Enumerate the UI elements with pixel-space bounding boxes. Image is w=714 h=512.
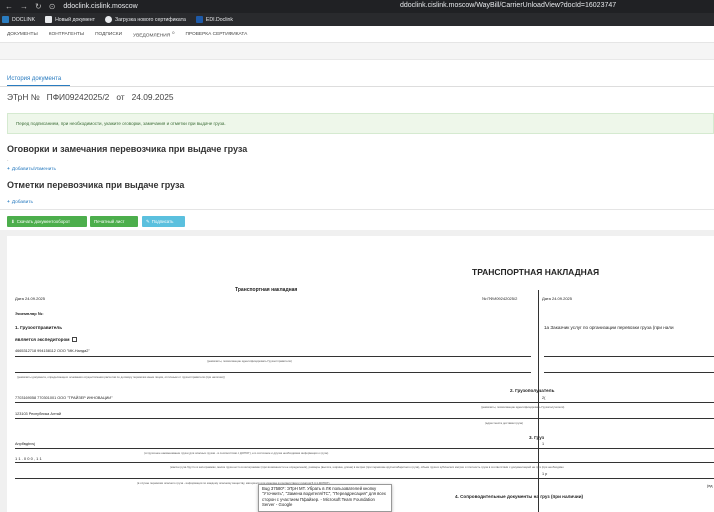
- sign-button[interactable]: ✎ Подписать: [142, 216, 185, 227]
- section-accompanying-docs: 4. Сопроводительные документы на груз (п…: [455, 494, 584, 499]
- browser-toolbar: ← → ↻ ⊙ ddoclink.cislink.moscow ddoclink…: [0, 0, 714, 13]
- add-edit-remarks-link[interactable]: + Добавить/Изменить: [7, 167, 56, 172]
- subheader-band: [0, 43, 714, 60]
- caption-address: (адрес места доставки груза): [485, 421, 524, 425]
- row-1: 2(: [542, 396, 546, 400]
- section-carrier-remarks-title: Оговорки и замечания перевозчика при выд…: [7, 144, 248, 154]
- download-button[interactable]: ⬇ Скачать документооборот: [7, 216, 87, 227]
- address-value: 123103 Республика Алтай: [15, 412, 62, 416]
- section-carrier-marks-title: Отметки перевозчика при выдаче груза: [7, 180, 185, 190]
- rule: [544, 356, 714, 357]
- main-nav: ДОКУМЕНТЫ КОНТРАГЕНТЫ ПОДПИСКИ УВЕДОМЛЕН…: [0, 26, 714, 43]
- toolbar-divider: [0, 209, 714, 210]
- rule: [15, 356, 531, 357]
- pen-icon: ✎: [146, 218, 150, 224]
- nav-documents[interactable]: ДОКУМЕНТЫ: [7, 32, 38, 37]
- info-notice: Перед подписанием, при необходимости, ук…: [7, 113, 714, 134]
- page-url: ddoclink.cislink.moscow/WayBill/CarrierU…: [400, 2, 617, 9]
- remarks-empty-marker: ·: [7, 158, 9, 164]
- rule: [15, 448, 714, 449]
- row-3: 1 р: [542, 472, 548, 476]
- caption-mass: (масса груза брутто в килограммах, масса…: [170, 465, 564, 469]
- doclink-icon: [2, 16, 9, 23]
- mass-value: 1 1 . 0 0 0 , 1 1: [15, 456, 42, 461]
- nav-notifications[interactable]: УВЕДОМЛЕНИЯ0: [133, 30, 174, 39]
- cargo-value: Апрбвдbvsj: [15, 442, 35, 446]
- reload-icon[interactable]: ↻: [35, 2, 42, 11]
- edi-icon: [195, 16, 203, 23]
- rule: [544, 372, 714, 373]
- waybill-document: ТРАНСПОРТНАЯ НАКЛАДНАЯ Транспортная накл…: [7, 236, 714, 512]
- globe-icon: [105, 16, 112, 23]
- page-icon: [45, 16, 53, 23]
- site-info-icon[interactable]: ⊙: [49, 2, 56, 11]
- forwarder-label: является экспедитором: [15, 337, 77, 343]
- caption-settlement: (реквизиты документа, определяющего осно…: [17, 375, 225, 379]
- history-tab[interactable]: История документа: [7, 76, 61, 82]
- row-4: (ед: [707, 484, 713, 488]
- copy-number: Экземпляр №:: [15, 311, 44, 316]
- bookmark-edi[interactable]: EDI.Doclink: [195, 16, 233, 23]
- nav-contractors[interactable]: КОНТРАГЕНТЫ: [49, 32, 84, 37]
- nav-cert-check[interactable]: ПРОВЕРКА СЕРТИФИКАТА: [185, 32, 247, 37]
- forward-icon[interactable]: →: [20, 2, 28, 11]
- shipper-value: 4665312718 994158112 ООО "МК-Налда2": [15, 349, 90, 353]
- bookmarks-bar: DOCLINK Новый документ Загрузка нового с…: [0, 13, 714, 26]
- section-consignee: 2. Грузополучатель: [510, 388, 555, 393]
- doc-number: № ПФИ09242025/2: [482, 296, 518, 301]
- add-marks-link[interactable]: + Добавить: [7, 200, 33, 205]
- doc-subheading: Транспортная накладная: [235, 287, 298, 293]
- page-title: ЭТрН № ПФИ09242025/2 от 24.09.2025: [7, 92, 174, 102]
- row-2: 1: [542, 442, 545, 446]
- bookmark-doclink[interactable]: DOCLINK: [2, 16, 35, 23]
- plus-icon: +: [7, 200, 10, 205]
- notifications-count: 0: [172, 29, 175, 35]
- caption-consignee: (реквизиты, позволяющие идентифицировать…: [481, 405, 565, 409]
- doc-date-left: Дата 24.09.2025: [15, 296, 45, 301]
- doc-heading: ТРАНСПОРТНАЯ НАКЛАДНАЯ: [472, 267, 600, 277]
- rule: [15, 418, 714, 419]
- rule: [15, 402, 714, 403]
- bookmark-upload-cert[interactable]: Загрузка нового сертификата: [105, 16, 186, 23]
- back-icon[interactable]: ←: [5, 2, 13, 11]
- rule: [15, 478, 714, 479]
- consignee-value: 7703169058 770301001 ООО "ТРАЙЗЕР ИННОВА…: [15, 396, 113, 400]
- plus-icon: +: [7, 167, 10, 172]
- rule: [15, 462, 714, 463]
- nav-signatures[interactable]: ПОДПИСКИ: [95, 32, 122, 37]
- rule: [15, 372, 531, 373]
- caption-shipper: (реквизиты, позволяющие идентифицировать…: [207, 359, 292, 363]
- browser-nav: ← → ↻ ⊙: [0, 2, 55, 11]
- address-bar[interactable]: ddoclink.cislink.moscow: [63, 3, 137, 10]
- section-customer: 1а Заказчик услуг по организации перевоз…: [544, 325, 674, 330]
- doc-date-right: Дата 24.09.2025: [542, 296, 572, 301]
- section-cargo: 3. Груз: [529, 435, 545, 440]
- download-icon: ⬇: [11, 218, 15, 224]
- caption-cargo: (отгрузочное наименование груза (для опа…: [144, 451, 329, 455]
- bookmark-new-doc[interactable]: Новый документ: [45, 16, 95, 23]
- tab-divider: [0, 86, 714, 87]
- browser-tab-tooltip: Bug 37580*: ЭТрН МТ. Убрать в ЛК пользов…: [258, 484, 392, 512]
- forwarder-checkbox[interactable]: [71, 337, 77, 343]
- print-sheet-button[interactable]: Печатный лист: [90, 216, 138, 227]
- section-shipper: 1. Грузоотправитель: [15, 325, 63, 330]
